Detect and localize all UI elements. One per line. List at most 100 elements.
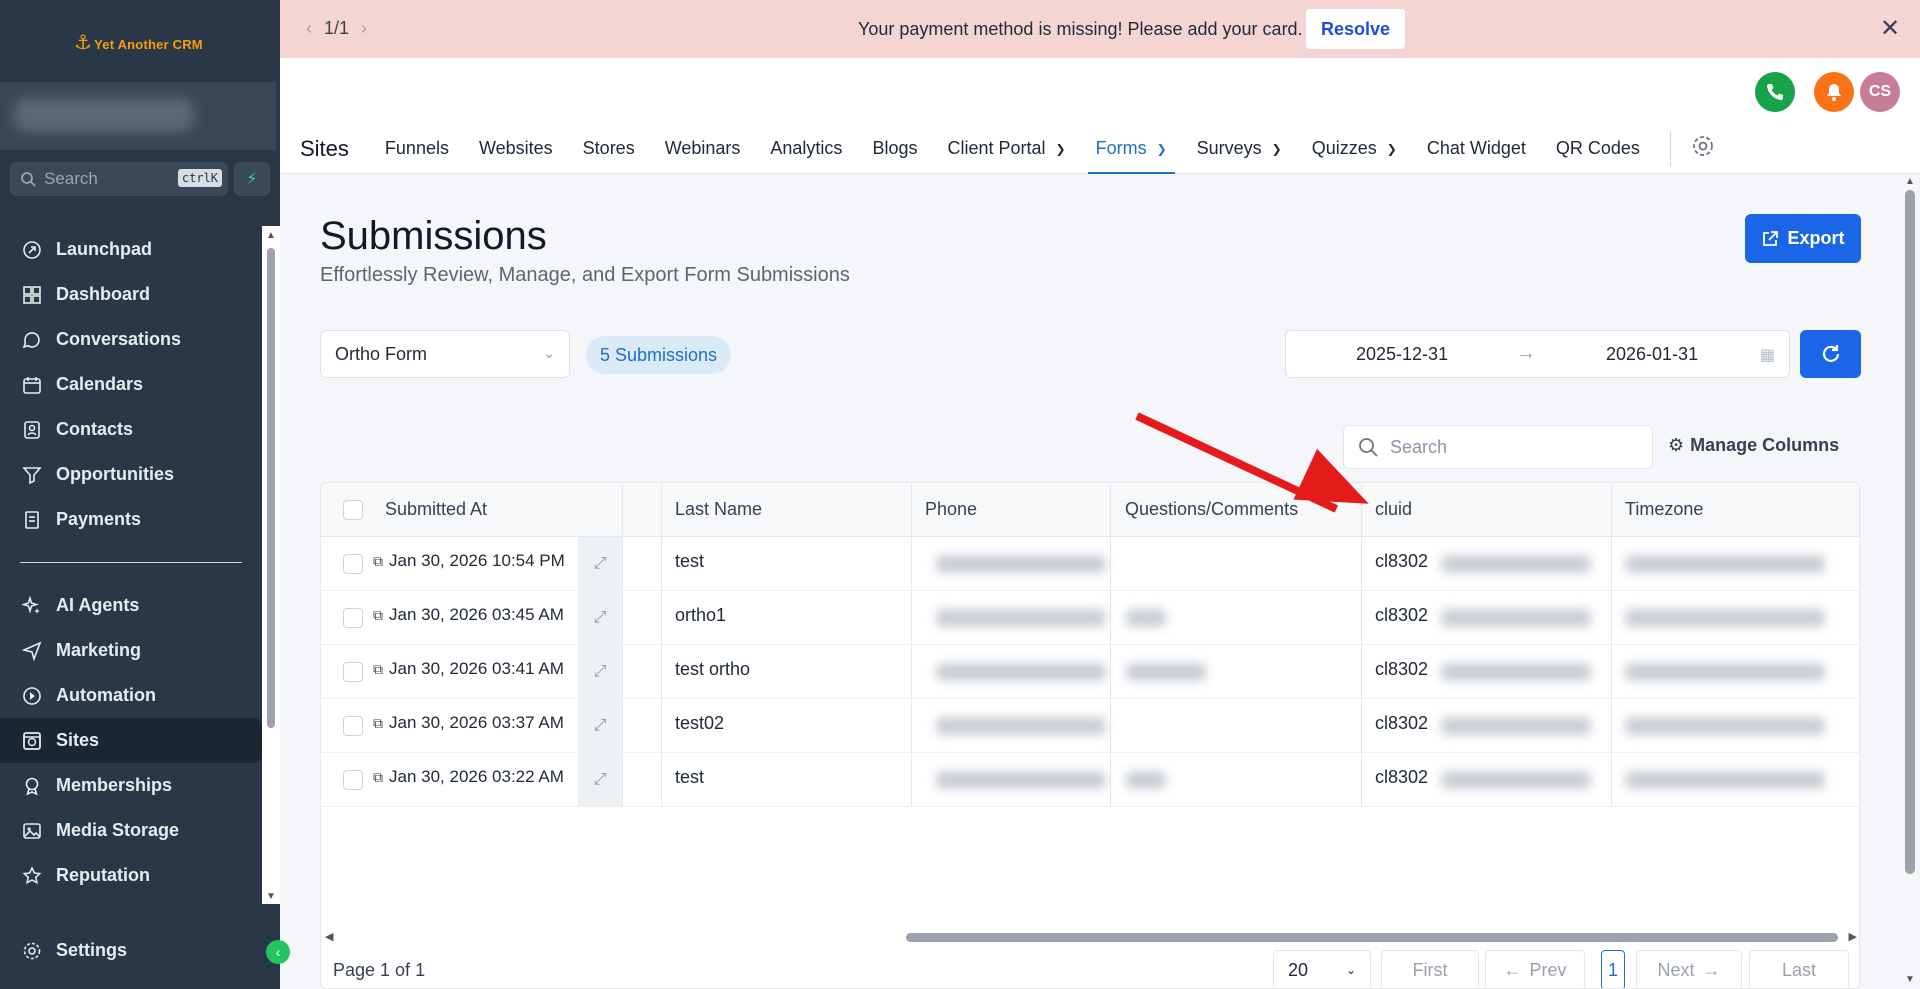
- app-logo[interactable]: ⚓ Yet Another CRM: [74, 30, 203, 55]
- tab-surveys[interactable]: Surveys ❯: [1197, 123, 1282, 174]
- resolve-button[interactable]: Resolve: [1306, 9, 1405, 49]
- form-select[interactable]: Ortho Form ⌄: [320, 330, 570, 378]
- table-row[interactable]: ⧉ Jan 30, 2026 03:45 AM ⤢ ortho1 cl8302: [321, 591, 1859, 645]
- sidebar-item-media-storage[interactable]: Media Storage: [0, 808, 262, 853]
- first-page-button[interactable]: First: [1381, 950, 1479, 988]
- expand-row-button[interactable]: ⤢: [578, 645, 622, 699]
- sidebar-item-reputation[interactable]: Reputation: [0, 853, 262, 898]
- chevron-down-icon: ❯: [1271, 141, 1282, 156]
- sidebar-item-sites[interactable]: Sites: [0, 718, 262, 763]
- tab-quizzes[interactable]: Quizzes ❯: [1312, 123, 1397, 174]
- scroll-up-icon[interactable]: ▲: [1905, 176, 1915, 187]
- notifications-button[interactable]: [1814, 72, 1854, 112]
- tab-client-portal[interactable]: Client Portal ❯: [947, 123, 1065, 174]
- date-from[interactable]: 2025-12-31: [1356, 344, 1448, 365]
- table-row[interactable]: ⧉ Jan 30, 2026 10:54 PM ⤢ test cl8302: [321, 537, 1859, 591]
- scroll-right-icon[interactable]: ▶: [1849, 930, 1857, 943]
- date-range-picker[interactable]: 2025-12-31 → 2026-01-31 ▦: [1285, 330, 1790, 378]
- date-to[interactable]: 2026-01-31: [1606, 344, 1698, 365]
- column-header-timezone[interactable]: Timezone: [1625, 499, 1703, 520]
- scroll-down-icon[interactable]: ▼: [1905, 974, 1915, 985]
- column-header-last-name[interactable]: Last Name: [675, 499, 762, 520]
- last-page-button[interactable]: Last: [1749, 950, 1849, 988]
- sidebar-item-dashboard[interactable]: Dashboard: [0, 272, 262, 317]
- select-all-checkbox[interactable]: [343, 500, 363, 520]
- sidebar-item-launchpad[interactable]: Launchpad: [0, 227, 262, 272]
- table-row[interactable]: ⧉ Jan 30, 2026 03:37 AM ⤢ test02 cl8302: [321, 699, 1859, 753]
- page-subtitle: Effortlessly Review, Manage, and Export …: [320, 264, 850, 286]
- column-header-cluid[interactable]: cluid: [1375, 499, 1412, 520]
- tabs-divider: [1669, 131, 1671, 166]
- sidebar-item-automation[interactable]: Automation: [0, 673, 262, 718]
- sidebar-search[interactable]: Search ctrlK: [10, 162, 228, 196]
- row-checkbox[interactable]: [343, 770, 363, 790]
- sidebar-item-settings[interactable]: Settings: [0, 928, 262, 973]
- sidebar-scroll-thumb[interactable]: [267, 248, 275, 728]
- sidebar-item-payments[interactable]: Payments: [0, 497, 262, 542]
- export-button[interactable]: Export: [1745, 214, 1861, 263]
- sidebar-item-opportunities[interactable]: Opportunities: [0, 452, 262, 497]
- quick-action-button[interactable]: ⚡: [234, 162, 270, 196]
- account-switcher[interactable]: [0, 82, 276, 150]
- sidebar-item-ai-agents[interactable]: AI Agents: [0, 583, 262, 628]
- copy-icon[interactable]: ⧉: [373, 769, 383, 786]
- row-checkbox[interactable]: [343, 608, 363, 628]
- expand-row-button[interactable]: ⤢: [578, 537, 622, 591]
- copy-icon[interactable]: ⧉: [373, 553, 383, 570]
- table-search-input[interactable]: Search: [1343, 425, 1653, 469]
- row-checkbox[interactable]: [343, 554, 363, 574]
- close-icon[interactable]: ✕: [1880, 14, 1900, 43]
- tab-webinars[interactable]: Webinars: [665, 123, 741, 174]
- scroll-down-icon[interactable]: ▼: [266, 891, 276, 902]
- expand-row-button[interactable]: ⤢: [578, 591, 622, 645]
- column-header-phone[interactable]: Phone: [925, 499, 977, 520]
- page-size-select[interactable]: 20 ⌄: [1273, 950, 1371, 988]
- tab-chat-widget[interactable]: Chat Widget: [1427, 123, 1526, 174]
- sidebar-item-contacts[interactable]: Contacts: [0, 407, 262, 452]
- scroll-left-icon[interactable]: ◀: [325, 930, 333, 943]
- tab-qr-codes[interactable]: QR Codes: [1556, 123, 1640, 174]
- tab-forms[interactable]: Forms ❯: [1087, 123, 1175, 174]
- sidebar-divider: [20, 562, 242, 563]
- row-checkbox[interactable]: [343, 716, 363, 736]
- sidebar-item-calendars[interactable]: Calendars: [0, 362, 262, 407]
- next-page-button[interactable]: Next →: [1636, 950, 1742, 988]
- copy-icon[interactable]: ⧉: [373, 661, 383, 678]
- page-vertical-scrollbar[interactable]: ▲ ▼: [1900, 174, 1920, 989]
- prev-page-button[interactable]: ← Prev: [1485, 950, 1585, 988]
- phone-button[interactable]: [1755, 72, 1795, 112]
- sidebar-search-placeholder: Search: [44, 169, 98, 188]
- avatar[interactable]: CS: [1860, 72, 1900, 112]
- tab-analytics[interactable]: Analytics: [770, 123, 842, 174]
- table-row[interactable]: ⧉ Jan 30, 2026 03:41 AM ⤢ test ortho cl8…: [321, 645, 1859, 699]
- column-header-questions[interactable]: Questions/Comments: [1125, 499, 1298, 520]
- tab-stores[interactable]: Stores: [583, 123, 635, 174]
- table-horizontal-scrollbar[interactable]: ◀ ▶: [321, 928, 1859, 946]
- table-row[interactable]: ⧉ Jan 30, 2026 03:22 AM ⤢ test cl8302: [321, 753, 1859, 807]
- manage-columns-button[interactable]: ⚙ Manage Columns: [1668, 435, 1839, 456]
- expand-row-button[interactable]: ⤢: [578, 753, 622, 807]
- tab-websites[interactable]: Websites: [479, 123, 553, 174]
- table-scroll-thumb[interactable]: [906, 933, 1838, 942]
- sidebar-item-memberships[interactable]: Memberships: [0, 763, 262, 808]
- chevron-down-icon: ❯: [1386, 141, 1397, 156]
- cell-phone-redacted: [936, 663, 1106, 681]
- page-scroll-thumb[interactable]: [1905, 190, 1915, 874]
- chevron-left-icon[interactable]: ‹: [306, 18, 312, 39]
- scroll-up-icon[interactable]: ▲: [266, 230, 276, 241]
- sidebar-item-marketing[interactable]: Marketing: [0, 628, 262, 673]
- copy-icon[interactable]: ⧉: [373, 715, 383, 732]
- sidebar-scrollbar[interactable]: ▲ ▼: [262, 226, 280, 904]
- gear-icon: [22, 941, 42, 961]
- column-header-submitted-at[interactable]: Submitted At: [385, 499, 487, 520]
- tab-funnels[interactable]: Funnels: [385, 123, 449, 174]
- copy-icon[interactable]: ⧉: [373, 607, 383, 624]
- tab-blogs[interactable]: Blogs: [872, 123, 917, 174]
- settings-gear-icon[interactable]: [1691, 134, 1715, 163]
- expand-row-button[interactable]: ⤢: [578, 699, 622, 753]
- sidebar-item-conversations[interactable]: Conversations: [0, 317, 262, 362]
- row-checkbox[interactable]: [343, 662, 363, 682]
- refresh-button[interactable]: [1800, 330, 1861, 378]
- chevron-right-icon[interactable]: ›: [361, 18, 367, 39]
- page-1-button[interactable]: 1: [1601, 950, 1625, 988]
